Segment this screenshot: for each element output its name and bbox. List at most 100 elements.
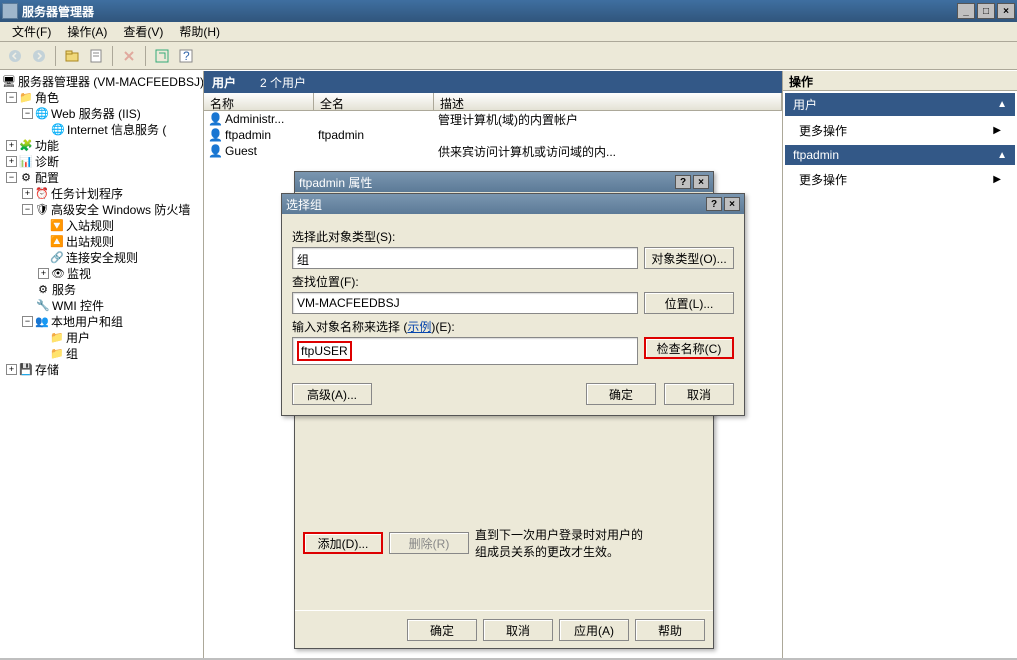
tree-localusers[interactable]: −👥本地用户和组 [2,313,201,329]
check-name-button[interactable]: 检查名称(C) [644,337,734,359]
tree-monitor[interactable]: +👁监视 [2,265,201,281]
collapse-icon[interactable]: − [6,92,17,103]
object-name-input[interactable]: ftpUSER [292,337,638,365]
user-icon: 👤 [208,144,222,158]
inbound-icon: 🔽 [50,218,64,232]
center-pane: 用户 2 个用户 名称 全名 描述 👤Administr... 管理计算机(域)… [204,71,783,658]
actions-more-ftpadmin[interactable]: 更多操作▶ [785,167,1015,192]
ok-button[interactable]: 确定 [586,383,656,405]
diag-icon: 📊 [19,154,33,168]
col-name[interactable]: 名称 [204,93,314,110]
add-button[interactable]: 添加(D)... [303,532,383,554]
tree-storage[interactable]: +💾存储 [2,361,201,377]
tree-config[interactable]: −⚙配置 [2,169,201,185]
ok-button[interactable]: 确定 [407,619,477,641]
tree-wmi[interactable]: 🔧WMI 控件 [2,297,201,313]
tree-features[interactable]: +🧩功能 [2,137,201,153]
apply-button[interactable]: 应用(A) [559,619,629,641]
name-label: 输入对象名称来选择 (示例)(E): [292,318,734,335]
menu-file[interactable]: 文件(F) [4,21,59,42]
delete-button[interactable] [118,45,140,67]
tree-outbound[interactable]: 🔼出站规则 [2,233,201,249]
user-row[interactable]: 👤ftpadmin ftpadmin [204,127,782,143]
help-button[interactable]: ? [175,45,197,67]
config-icon: ⚙ [19,170,33,184]
forward-button[interactable] [28,45,50,67]
dialog-titlebar[interactable]: ftpadmin 属性 ? × [295,172,713,192]
help-button[interactable]: 帮助 [635,619,705,641]
collapse-icon: ▲ [997,99,1007,110]
back-button[interactable] [4,45,26,67]
svg-text:?: ? [183,49,190,63]
help-button[interactable]: ? [706,197,722,211]
tree-root[interactable]: 🖥服务器管理器 (VM-MACFEEDBSJ) [2,73,201,89]
tree-groups[interactable]: 📁组 [2,345,201,361]
expand-icon[interactable]: + [22,188,33,199]
storage-icon: 💾 [19,362,33,376]
collapse-icon[interactable]: − [22,204,33,215]
server-icon: 🖥 [2,74,16,88]
tree-services[interactable]: ⚙服务 [2,281,201,297]
location-label: 查找位置(F): [292,273,734,290]
tree-pane: 🖥服务器管理器 (VM-MACFEEDBSJ) −📁角色 −🌐Web 服务器 (… [0,71,204,658]
minimize-button[interactable]: _ [957,3,975,19]
cancel-button[interactable]: 取消 [664,383,734,405]
location-button[interactable]: 位置(L)... [644,292,734,314]
object-type-button[interactable]: 对象类型(O)... [644,247,734,269]
actions-group-ftpadmin[interactable]: ftpadmin▲ [785,145,1015,165]
user-icon: 👤 [208,112,222,126]
user-row[interactable]: 👤Administr... 管理计算机(域)的内置帐户 [204,111,782,127]
tree-inbound[interactable]: 🔽入站规则 [2,217,201,233]
actions-header: 操作 [783,71,1017,91]
object-name-value: ftpUSER [297,341,352,361]
tree-users[interactable]: 📁用户 [2,329,201,345]
tree-diag[interactable]: +📊诊断 [2,153,201,169]
menu-action[interactable]: 操作(A) [59,21,115,42]
actions-more-users[interactable]: 更多操作▶ [785,118,1015,143]
actions-group-users[interactable]: 用户▲ [785,93,1015,116]
properties-button[interactable] [85,45,107,67]
user-row[interactable]: 👤Guest 供来宾访问计算机或访问域的内... [204,143,782,159]
cancel-button[interactable]: 取消 [483,619,553,641]
close-button[interactable]: × [997,3,1015,19]
menu-help[interactable]: 帮助(H) [171,21,228,42]
wmi-icon: 🔧 [36,298,50,312]
refresh-button[interactable] [151,45,173,67]
expand-icon[interactable]: + [6,364,17,375]
menu-view[interactable]: 查看(V) [115,21,171,42]
remove-button: 删除(R) [389,532,469,554]
expand-icon[interactable]: + [6,156,17,167]
close-button[interactable]: × [724,197,740,211]
info-text: 直到下一次用户登录时对用户的组成员关系的更改才生效。 [475,526,645,560]
folder-icon: 📁 [50,346,64,360]
center-count: 2 个用户 [260,74,306,91]
features-icon: 🧩 [19,138,33,152]
dialog-title: ftpadmin 属性 [299,174,673,191]
tree-firewall[interactable]: −🛡高级安全 Windows 防火墙 [2,201,201,217]
dialog-title: 选择组 [286,196,704,213]
dialog-titlebar[interactable]: 选择组 ? × [282,194,744,214]
tree-connsec[interactable]: 🔗连接安全规则 [2,249,201,265]
up-button[interactable] [61,45,83,67]
close-button[interactable]: × [693,175,709,189]
col-full[interactable]: 全名 [314,93,434,110]
maximize-button[interactable]: □ [977,3,995,19]
collapse-icon: ▲ [997,150,1007,161]
help-button[interactable]: ? [675,175,691,189]
advanced-button[interactable]: 高级(A)... [292,383,372,405]
app-icon [2,3,18,19]
collapse-icon[interactable]: − [22,316,33,327]
tree-roles[interactable]: −📁角色 [2,89,201,105]
services-icon: ⚙ [36,282,50,296]
connsec-icon: 🔗 [50,250,64,264]
select-group-dialog: 选择组 ? × 选择此对象类型(S): 组 对象类型(O)... 查找位置(F)… [281,193,745,416]
expand-icon[interactable]: + [6,140,17,151]
collapse-icon[interactable]: − [6,172,17,183]
expand-icon[interactable]: + [38,268,49,279]
tree-iis[interactable]: 🌐Internet 信息服务 ( [2,121,201,137]
collapse-icon[interactable]: − [22,108,33,119]
tree-task[interactable]: +⏰任务计划程序 [2,185,201,201]
tree-web[interactable]: −🌐Web 服务器 (IIS) [2,105,201,121]
col-desc[interactable]: 描述 [434,93,782,110]
example-link[interactable]: 示例 [407,320,431,334]
